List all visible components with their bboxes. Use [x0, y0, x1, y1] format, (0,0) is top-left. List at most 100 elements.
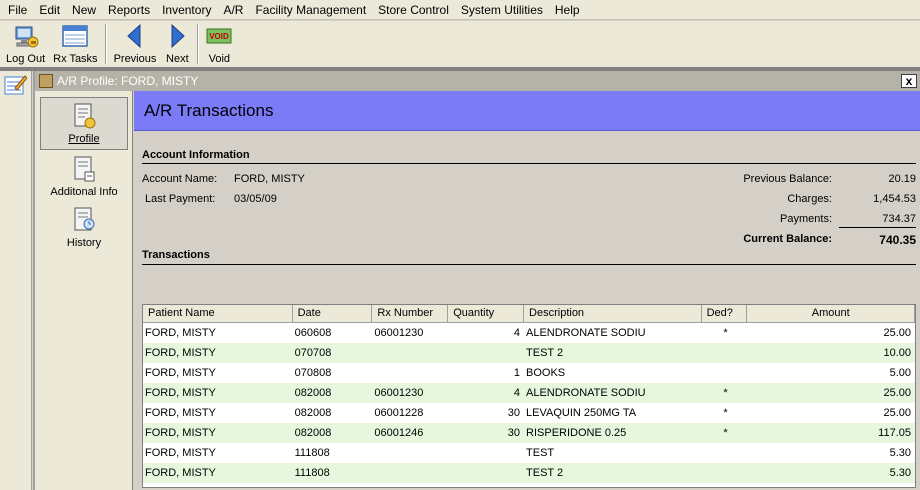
last-payment-value: 03/05/09 [234, 193, 277, 205]
account-name-value: FORD, MISTY [234, 173, 305, 185]
cell-amount: 10.00 [883, 347, 911, 359]
cell-rx: 06001230 [374, 387, 424, 399]
previous-balance-label: Previous Balance: [743, 173, 832, 185]
table-row[interactable]: FORD, MISTY 082008 06001230 4 ALENDRONAT… [143, 383, 915, 403]
void-label: Void [208, 53, 231, 65]
cell-rx [372, 443, 448, 463]
account-name-label: Account Name: [142, 173, 218, 185]
column-header-date[interactable]: Date [293, 305, 373, 323]
sidebar-item-history[interactable]: History [40, 202, 128, 253]
cell-ded: * [723, 327, 728, 339]
cell-patient: FORD, MISTY [145, 467, 216, 479]
account-info-heading: Account Information [142, 149, 250, 161]
cell-qty: 4 [513, 327, 521, 339]
sidebar-item-label: Additonal Info [50, 186, 118, 198]
column-header-ded[interactable]: Ded? [702, 305, 748, 323]
logout-button[interactable]: Log Out [2, 21, 49, 65]
menu-facility-management[interactable]: Facility Management [249, 0, 372, 20]
cell-patient: FORD, MISTY [145, 367, 216, 379]
table-row[interactable]: FORD, MISTY 111808 TEST 5.30 [143, 443, 915, 463]
cell-date: 082008 [294, 387, 332, 399]
table-row[interactable]: FORD, MISTY 070708 TEST 2 10.00 [143, 343, 915, 363]
menu-store-control[interactable]: Store Control [372, 0, 455, 20]
ar-profile-window: A/R Profile: FORD, MISTY x Profile Addit… [33, 71, 920, 490]
cell-qty: 30 [507, 407, 521, 419]
window-icon [39, 74, 53, 88]
sidebar-item-profile[interactable]: Profile [40, 97, 128, 150]
cell-rx [372, 463, 448, 483]
cell-desc: ALENDRONATE SODIU [526, 327, 646, 339]
payments-label: Payments: [780, 213, 832, 225]
menu-reports[interactable]: Reports [102, 0, 156, 20]
main-panel: A/R Transactions Account Information Acc… [134, 91, 920, 490]
cell-patient: FORD, MISTY [145, 327, 216, 339]
previous-balance-value: 20.19 [888, 173, 916, 185]
menu-new[interactable]: New [66, 0, 102, 20]
outer-side-strip [0, 71, 32, 490]
transactions-grid[interactable]: Patient Name Date Rx Number Quantity Des… [142, 304, 916, 488]
previous-button[interactable]: Previous [110, 21, 161, 65]
table-row[interactable]: FORD, MISTY 111808 TEST 2 5.30 [143, 463, 915, 483]
toolbar-separator [197, 24, 200, 64]
cell-date: 082008 [294, 427, 332, 439]
cell-ded [702, 363, 748, 383]
column-header-amount[interactable]: Amount [747, 305, 915, 323]
menu-ar[interactable]: A/R [217, 0, 249, 20]
table-row[interactable]: FORD, MISTY 070808 1 BOOKS 5.00 [143, 363, 915, 383]
arrow-right-icon [164, 23, 190, 49]
cell-rx: 06001230 [374, 327, 424, 339]
charges-value: 1,454.53 [873, 193, 916, 205]
cell-amount: 25.00 [883, 387, 911, 399]
menu-inventory[interactable]: Inventory [156, 0, 217, 20]
charges-label: Charges: [787, 193, 832, 205]
table-row[interactable]: FORD, MISTY 060608 06001230 4 ALENDRONAT… [143, 323, 915, 343]
next-label: Next [166, 53, 189, 65]
cell-amount: 5.00 [889, 367, 911, 379]
menu-help[interactable]: Help [549, 0, 586, 20]
cell-ded: * [723, 427, 728, 439]
next-button[interactable]: Next [160, 21, 194, 65]
cell-qty [448, 443, 524, 463]
cell-patient: FORD, MISTY [145, 447, 216, 459]
cell-date: 082008 [294, 407, 332, 419]
menu-file[interactable]: File [2, 0, 33, 20]
toolbar: Log Out Rx Tasks Previous Next VOID Void [0, 21, 920, 67]
column-header-patient-name[interactable]: Patient Name [143, 305, 293, 323]
payments-value: 734.37 [882, 213, 916, 225]
header-banner: A/R Transactions [134, 91, 920, 131]
table-row[interactable]: FORD, MISTY 082008 06001246 30 RISPERIDO… [143, 423, 915, 443]
logout-icon [13, 23, 39, 49]
menu-edit[interactable]: Edit [33, 0, 66, 20]
cell-amount: 25.00 [883, 407, 911, 419]
close-button[interactable]: x [901, 74, 917, 88]
cell-ded: * [723, 407, 728, 419]
cell-qty [448, 343, 524, 363]
void-button[interactable]: VOID Void [202, 21, 236, 65]
column-header-quantity[interactable]: Quantity [448, 305, 525, 323]
sidebar-item-additional-info[interactable]: Additonal Info [40, 151, 128, 202]
cell-ded [702, 443, 748, 463]
grid-header: Patient Name Date Rx Number Quantity Des… [143, 305, 915, 323]
column-header-description[interactable]: Description [524, 305, 702, 323]
cell-ded [702, 343, 748, 363]
cell-date: 070708 [294, 347, 332, 359]
cell-qty: 4 [513, 387, 521, 399]
page-title: A/R Transactions [144, 101, 274, 120]
void-icon: VOID [206, 23, 232, 49]
cell-date: 060608 [294, 327, 332, 339]
current-balance-label: Current Balance: [743, 233, 832, 245]
cell-rx [372, 343, 448, 363]
cell-ded [702, 463, 748, 483]
sidebar-item-label: Profile [68, 133, 100, 145]
menu-system-utilities[interactable]: System Utilities [455, 0, 549, 20]
cell-qty: 30 [507, 427, 521, 439]
cell-patient: FORD, MISTY [145, 347, 216, 359]
column-header-rx-number[interactable]: Rx Number [372, 305, 449, 323]
table-row[interactable]: FORD, MISTY 082008 06001228 30 LEVAQUIN … [143, 403, 915, 423]
logout-label: Log Out [6, 53, 46, 65]
notepad-icon[interactable] [3, 74, 28, 96]
cell-amount: 5.30 [889, 447, 911, 459]
profile-sidebar: Profile Additonal Info History [35, 91, 133, 490]
cell-desc: LEVAQUIN 250MG TA [526, 407, 637, 419]
rx-tasks-button[interactable]: Rx Tasks [49, 21, 101, 65]
